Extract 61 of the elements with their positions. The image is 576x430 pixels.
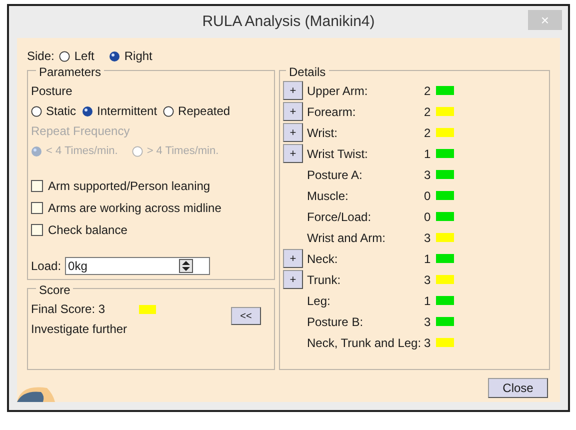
expand-button[interactable]: + — [283, 123, 303, 142]
spinner-icon[interactable] — [179, 259, 194, 273]
detail-label: Muscle: — [307, 188, 350, 204]
detail-label: Neck: — [307, 250, 339, 268]
radio-label[interactable]: Left — [74, 47, 94, 65]
detail-score: 1 — [424, 292, 432, 310]
radio-icon[interactable] — [59, 50, 70, 62]
checkbox-label[interactable]: Check balance — [48, 221, 128, 239]
radio-label[interactable]: Repeated — [178, 102, 230, 120]
radio-icon[interactable] — [163, 106, 174, 116]
detail-label: Posture B: — [307, 314, 364, 330]
load-label: Load: — [31, 258, 62, 275]
detail-score: 3 — [424, 272, 432, 288]
radio-label[interactable]: Intermittent — [97, 102, 158, 120]
verdict-text: Investigate further — [31, 321, 128, 338]
detail-label: Force/Load: — [307, 208, 372, 226]
detail-score: 2 — [424, 104, 432, 120]
checkbox[interactable] — [31, 202, 43, 214]
side-label: Side: — [27, 48, 54, 65]
repeat-frequency-label: Repeat Frequency — [31, 123, 131, 140]
radio-icon[interactable] — [132, 146, 143, 156]
checkbox-label[interactable]: Arms are working across midline — [48, 199, 222, 217]
posture-label: Posture — [31, 83, 74, 100]
radio-icon[interactable] — [31, 106, 42, 116]
detail-label: Posture A: — [307, 166, 364, 184]
collapse-button[interactable]: << — [231, 307, 261, 325]
expand-button[interactable]: + — [283, 270, 303, 289]
detail-score: 0 — [424, 188, 432, 204]
detail-label: Wrist Twist: — [307, 146, 369, 162]
checkbox[interactable] — [31, 224, 43, 236]
detail-score: 3 — [424, 230, 432, 246]
radio-selected-icon[interactable] — [82, 106, 94, 116]
detail-score: 3 — [424, 334, 432, 352]
detail-score: 3 — [424, 314, 432, 330]
window-title: RULA Analysis (Manikin4) — [202, 12, 375, 32]
detail-label: Forearm: — [307, 104, 357, 120]
expand-button[interactable]: + — [283, 249, 303, 268]
detail-score: 1 — [424, 250, 432, 268]
detail-score: 3 — [424, 166, 432, 184]
expand-button[interactable]: + — [283, 102, 303, 121]
detail-label: Wrist and Arm: — [307, 230, 386, 246]
radio-label[interactable]: Right — [124, 47, 152, 65]
radio-label[interactable]: Static — [46, 102, 76, 120]
radio-selected-icon[interactable] — [31, 146, 42, 156]
expand-button[interactable]: + — [283, 81, 303, 100]
detail-label: Trunk: — [307, 272, 342, 288]
radio-selected-icon[interactable] — [109, 50, 120, 62]
detail-label: Leg: — [307, 292, 332, 310]
detail-score: 0 — [424, 208, 432, 226]
detail-score: 1 — [424, 146, 432, 162]
final-score: Final Score: 3 — [31, 301, 106, 318]
close-button[interactable]: Close — [488, 378, 548, 398]
detail-label: Wrist: — [307, 124, 338, 142]
detail-score: 2 — [424, 124, 432, 142]
checkbox[interactable] — [31, 180, 43, 192]
detail-label: Upper Arm: — [307, 82, 369, 100]
checkbox-label[interactable]: Arm supported/Person leaning — [48, 177, 210, 195]
detail-score: 2 — [424, 82, 432, 100]
detail-label: Neck, Trunk and Leg: — [307, 334, 422, 352]
load-field[interactable]: 0kg — [65, 257, 210, 275]
expand-button[interactable]: + — [283, 144, 303, 163]
